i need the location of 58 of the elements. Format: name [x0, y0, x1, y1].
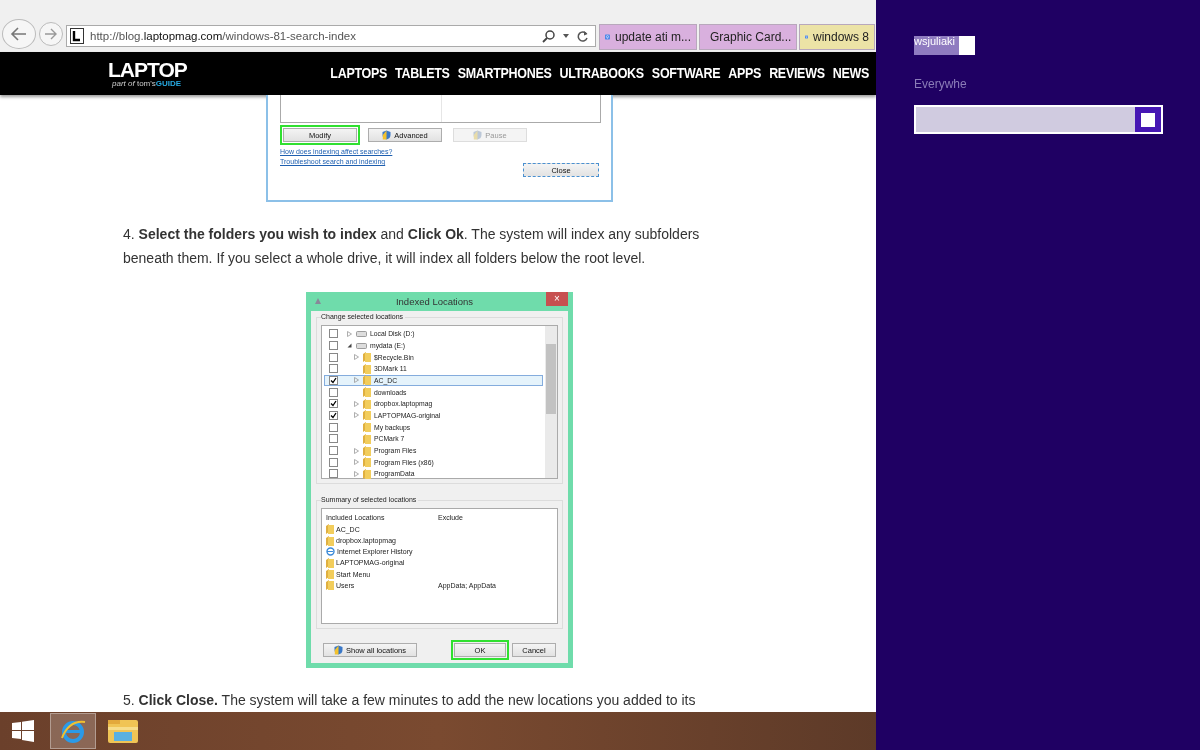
shield-icon	[333, 645, 343, 655]
pane-heading: wsjuliaki	[914, 36, 956, 47]
checkbox[interactable]	[329, 387, 338, 397]
folder-icon	[107, 717, 139, 745]
shield-icon	[473, 130, 483, 140]
address-bar[interactable]: http://blog.laptopmag.com/windows-81-search-index	[66, 25, 596, 47]
nav-link[interactable]: TABLETS	[395, 65, 450, 82]
square-icon	[1141, 112, 1155, 127]
site-logo[interactable]: LAPTOP	[108, 59, 187, 80]
collapse-arrow-icon[interactable]	[347, 342, 352, 348]
close-button[interactable]: ×	[546, 291, 568, 306]
nav-link[interactable]: SMARTPHONES	[457, 65, 552, 82]
site-favicon-icon	[70, 28, 84, 44]
expand-arrow-icon[interactable]	[354, 377, 359, 384]
checkbox[interactable]	[329, 469, 338, 479]
back-arrow-icon	[10, 27, 28, 41]
nav-link[interactable]: SOFTWARE	[651, 65, 721, 82]
scope-label[interactable]: Everywhe	[914, 77, 967, 91]
search-button[interactable]	[1135, 107, 1161, 132]
nav-link[interactable]: APPS	[728, 65, 762, 82]
scrollbar[interactable]	[545, 325, 557, 478]
nav-link[interactable]: REVIEWS	[769, 65, 825, 82]
checkbox[interactable]	[329, 399, 338, 409]
forward-arrow-icon	[44, 28, 58, 40]
windows-logo-icon	[12, 720, 34, 742]
browser-tab[interactable]: Graphic Card...	[699, 24, 797, 50]
browser-tab[interactable]: windows 8	[799, 24, 875, 50]
step-text: 4. Select the folders you wish to index and Click Ok. The system will index any subfolders beneath them. If you select a whole drive, it will index all folders below the root level.	[123, 224, 701, 268]
dialog-title: Indexed Locations	[394, 295, 475, 307]
shield-icon	[382, 130, 392, 140]
dropdown-caret-icon[interactable]	[562, 33, 570, 39]
checkbox[interactable]	[329, 434, 338, 444]
nav-link[interactable]: ULTRABOOKS	[559, 65, 644, 82]
step-text: 5. Click Close. The system will take a few minutes to add the new locations you added to its	[123, 691, 697, 710]
checkbox[interactable]	[329, 410, 338, 420]
nav-link[interactable]: NEWS	[832, 65, 869, 82]
browser-tab[interactable]: update ati m...	[599, 24, 697, 50]
expand-arrow-icon[interactable]	[354, 354, 359, 360]
checkbox[interactable]	[329, 422, 338, 432]
checkbox[interactable]	[329, 352, 338, 362]
back-button[interactable]	[2, 19, 36, 49]
search-icon[interactable]	[542, 29, 556, 43]
window-icon	[313, 296, 323, 307]
site-tagline: part of tom'sGUIDE	[112, 80, 182, 88]
selection-block	[958, 36, 975, 55]
browser-e-icon	[59, 718, 87, 744]
nav-link[interactable]: LAPTOPS	[330, 65, 388, 82]
checkbox[interactable]	[329, 364, 338, 374]
search-field[interactable]	[914, 105, 1163, 134]
forward-button[interactable]	[39, 22, 63, 46]
checkbox[interactable]	[329, 340, 338, 350]
checkbox[interactable]	[329, 457, 338, 467]
checkbox[interactable]	[329, 375, 338, 385]
checkbox[interactable]	[329, 329, 338, 339]
checkbox[interactable]	[329, 446, 338, 455]
refresh-icon[interactable]	[576, 29, 589, 43]
expand-arrow-icon[interactable]	[347, 330, 352, 337]
url-text: http://blog.laptopmag.com/windows-81-search-index	[90, 30, 357, 42]
